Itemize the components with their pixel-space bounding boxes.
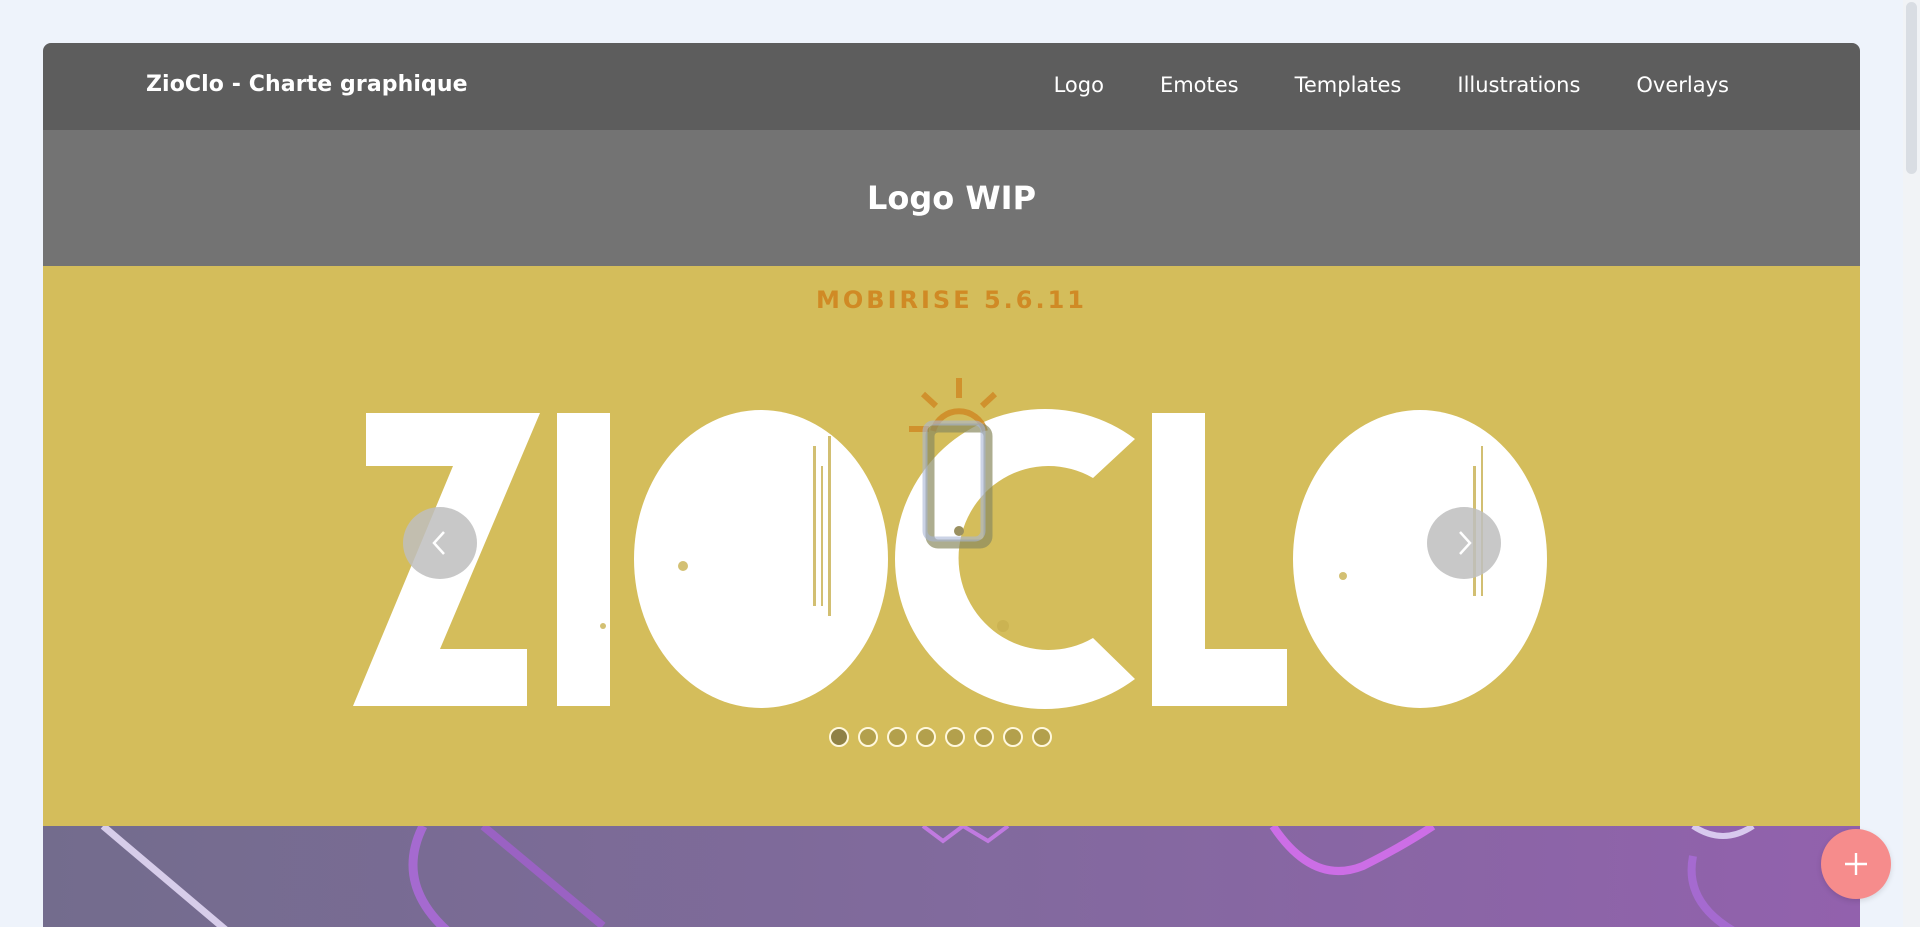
carousel-indicator[interactable] [974,727,994,747]
logo-carousel: MOBIRISE 5.6.11 [43,266,1860,826]
main-nav: Logo Emotes Templates Illustrations Over… [998,73,1729,97]
page-scrollbar[interactable] [1903,0,1920,927]
next-section-banner [43,826,1860,927]
carousel-indicator[interactable] [916,727,936,747]
chevron-left-icon [432,531,445,555]
carousel-indicator[interactable] [887,727,907,747]
top-navbar: ZioClo - Charte graphique Logo Emotes Te… [43,43,1860,130]
nav-link-overlays[interactable]: Overlays [1636,73,1729,97]
chevron-right-icon [1459,531,1472,555]
section-header: Logo WIP [43,130,1860,266]
carousel-indicator[interactable] [829,727,849,747]
carousel-indicator[interactable] [945,727,965,747]
carousel-next-button[interactable] [1427,507,1501,579]
carousel-prev-button[interactable] [403,507,477,579]
decorative-pattern [100,826,1755,927]
nav-link-illustrations[interactable]: Illustrations [1457,73,1580,97]
nav-link-templates[interactable]: Templates [1295,73,1402,97]
carousel-indicator[interactable] [1032,727,1052,747]
page-frame: ZioClo - Charte graphique Logo Emotes Te… [43,43,1860,927]
scrollbar-thumb[interactable] [1906,2,1917,174]
section-title: Logo WIP [866,179,1037,217]
nav-link-emotes[interactable]: Emotes [1160,73,1239,97]
nav-link-logo[interactable]: Logo [1054,73,1104,97]
plus-icon [1845,853,1867,875]
carousel-indicator[interactable] [858,727,878,747]
add-block-button[interactable] [1821,829,1891,899]
carousel-indicator[interactable] [1003,727,1023,747]
brand-link[interactable]: ZioClo - Charte graphique [146,72,468,97]
carousel-indicators [829,727,1052,747]
